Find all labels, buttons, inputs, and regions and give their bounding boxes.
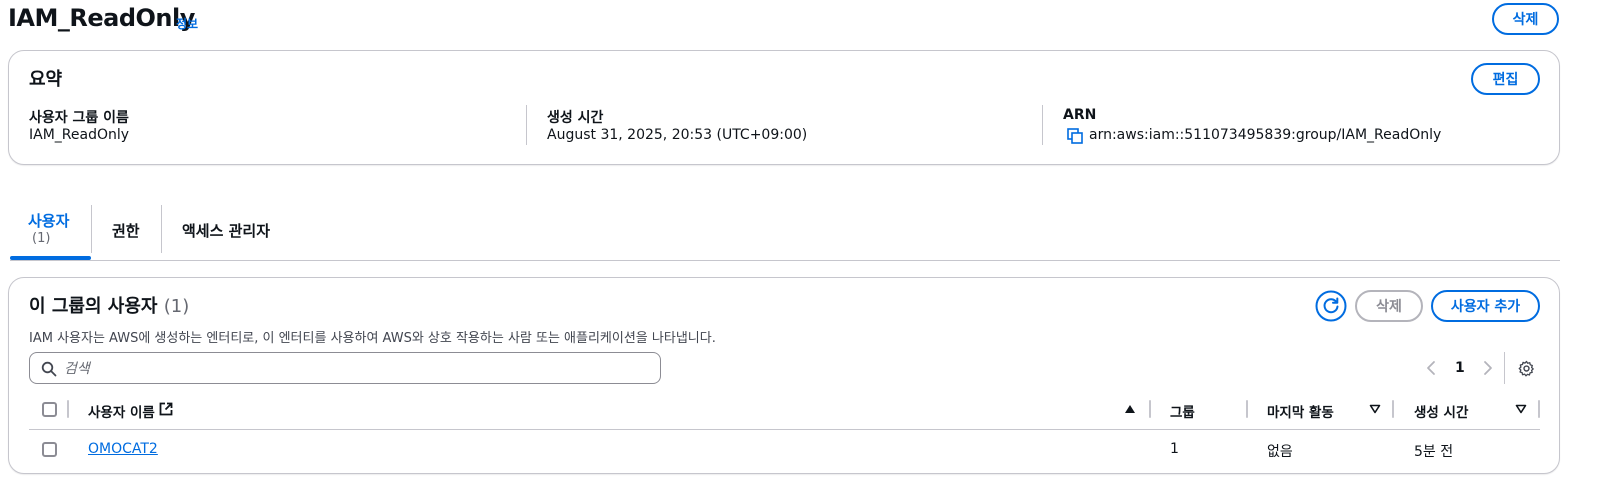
column-divider [526, 105, 527, 145]
tab-access-advisor[interactable]: 액세스 관리자 [182, 220, 270, 241]
refresh-icon[interactable] [1315, 290, 1347, 322]
username-link[interactable]: OMOCAT2 [88, 441, 158, 457]
users-panel-description: IAM 사용자는 AWS에 생성하는 엔터티로, 이 엔터티를 사용하여 AWS… [29, 331, 716, 346]
group-name-label: 사용자 그룹 이름 [29, 110, 129, 126]
column-separator [1392, 400, 1394, 418]
sort-ascending-icon[interactable] [1124, 404, 1136, 414]
creation-time-label: 생성 시간 [547, 110, 604, 126]
last-activity-cell: 없음 [1267, 444, 1293, 460]
created-cell: 5분 전 [1414, 444, 1454, 460]
pagination-separator [1504, 352, 1505, 384]
users-panel-title-text: 이 그룹의 사용자 [29, 296, 158, 317]
column-header-groups[interactable]: 그룹 [1170, 401, 1195, 421]
tabs-border [10, 260, 1560, 261]
page-title: IAM_ReadOnly [8, 4, 195, 32]
creation-time-value: August 31, 2025, 20:53 (UTC+09:00) [547, 127, 808, 143]
page-number[interactable]: 1 [1455, 360, 1465, 376]
select-all-checkbox[interactable] [42, 402, 57, 417]
delete-group-button[interactable]: 삭제 [1492, 3, 1559, 35]
groups-cell: 1 [1170, 441, 1179, 457]
column-separator [1149, 400, 1151, 418]
info-link[interactable]: 정보 [176, 15, 198, 32]
summary-card: 요약 편집 사용자 그룹 이름 IAM_ReadOnly 생성 시간 Augus… [8, 50, 1560, 165]
users-count: (1) [163, 296, 190, 317]
edit-button[interactable]: 편집 [1471, 63, 1540, 95]
users-panel: 이 그룹의 사용자 (1) IAM 사용자는 AWS에 생성하는 엔터티로, 이… [8, 277, 1560, 474]
users-panel-title: 이 그룹의 사용자 (1) [29, 292, 189, 318]
gear-icon[interactable] [1518, 360, 1535, 377]
search-icon [41, 361, 57, 377]
arn-value: arn:aws:iam::511073495839:group/IAM_Read… [1089, 127, 1442, 143]
summary-title: 요약 [29, 69, 63, 90]
tab-users-count: (1) [32, 231, 51, 246]
header-divider [29, 429, 1540, 430]
column-separator [1246, 400, 1248, 418]
sort-icon[interactable] [1369, 404, 1381, 414]
search-input[interactable] [64, 359, 644, 379]
arn-label: ARN [1063, 107, 1097, 123]
tab-separator [91, 205, 92, 253]
remove-user-button[interactable]: 삭제 [1355, 290, 1423, 322]
column-header-username[interactable]: 사용자 이름 [88, 401, 155, 421]
tab-users[interactable]: 사용자 [28, 210, 69, 231]
column-header-username-label: 사용자 이름 [88, 405, 155, 421]
search-field[interactable] [29, 352, 661, 384]
next-page-icon[interactable] [1480, 360, 1494, 376]
add-user-button[interactable]: 사용자 추가 [1431, 290, 1540, 322]
prev-page-icon[interactable] [1425, 360, 1439, 376]
username-cell: OMOCAT2 [88, 441, 158, 457]
tab-permissions[interactable]: 권한 [112, 220, 140, 241]
tab-separator [161, 205, 162, 253]
column-header-created[interactable]: 생성 시간 [1414, 401, 1468, 421]
external-link-icon [159, 402, 173, 416]
sort-icon[interactable] [1515, 404, 1527, 414]
column-separator [67, 400, 69, 418]
column-divider [1042, 105, 1043, 145]
row-checkbox[interactable] [42, 442, 57, 457]
copy-icon[interactable] [1067, 128, 1083, 144]
column-header-last-activity[interactable]: 마지막 활동 [1267, 401, 1334, 421]
group-name-value: IAM_ReadOnly [29, 127, 130, 143]
column-separator [1538, 400, 1540, 418]
